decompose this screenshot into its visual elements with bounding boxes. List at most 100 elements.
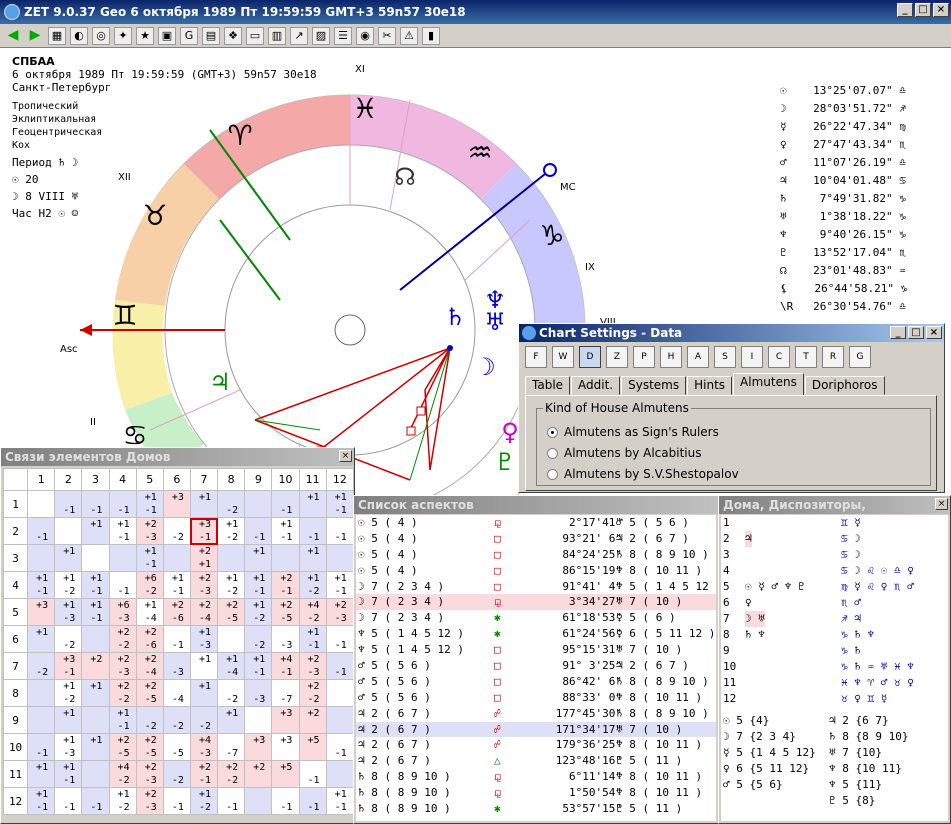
link-cell[interactable]: -3: [162, 652, 191, 680]
link-cell[interactable]: -2: [189, 706, 219, 734]
aspect-row[interactable]: ♂ 5 ( 5 6 ) □ 91° 3'25" ♃ 2 ( 6 7 ): [356, 658, 716, 674]
link-cell[interactable]: -2: [162, 760, 191, 788]
tab-almutens[interactable]: Almutens: [733, 373, 804, 395]
almutens-option[interactable]: Almutens as Sign's Rulers: [547, 425, 719, 439]
radio-button[interactable]: [547, 468, 558, 480]
link-cell[interactable]: +2: [244, 760, 273, 788]
link-cell[interactable]: -2: [244, 625, 273, 653]
link-cell[interactable]: +2 -3: [325, 598, 355, 626]
list-icon[interactable]: ☰: [334, 26, 352, 45]
link-cell[interactable]: +5: [271, 760, 300, 788]
link-cell[interactable]: -1: [162, 787, 191, 815]
aspect-row[interactable]: ☽ 7 ( 2 3 4 ) □ 91°41' 4" ♆ 5 ( 1 4 5 12 ): [356, 579, 716, 595]
link-cell[interactable]: +2: [298, 706, 327, 734]
aspect-row[interactable]: ☉ 5 ( 4 ) ⚼ 2°17'41" ♂ 5 ( 5 6 ): [356, 515, 716, 531]
link-cell[interactable]: +2: [81, 652, 110, 680]
link-cell[interactable]: -2: [217, 490, 246, 518]
settings-minimize-button[interactable]: _: [890, 326, 906, 339]
graph-icon[interactable]: ↗: [290, 26, 308, 45]
link-cell[interactable]: +3 -1: [54, 652, 83, 680]
link-cell[interactable]: -1: [298, 760, 327, 788]
link-cell[interactable]: +1 -2: [217, 571, 246, 599]
link-cell[interactable]: +3: [271, 733, 300, 761]
link-cell[interactable]: +1 -1: [27, 571, 56, 599]
link-cell[interactable]: -1: [325, 733, 355, 761]
link-cell[interactable]: -1: [325, 625, 355, 653]
link-cell[interactable]: [325, 544, 355, 572]
back-arrow-icon[interactable]: ◀: [4, 27, 22, 45]
link-cell[interactable]: +1: [27, 760, 56, 788]
almutens-option[interactable]: Almutens by Alcabitius: [547, 446, 701, 460]
link-cell[interactable]: +2 -5: [217, 598, 246, 626]
link-cell[interactable]: -1: [271, 490, 300, 518]
link-cell[interactable]: +4 -2: [298, 598, 327, 626]
link-cell[interactable]: +1 -3: [54, 598, 83, 626]
settings-h-icon[interactable]: H: [660, 346, 682, 368]
link-cell[interactable]: -2: [217, 679, 246, 707]
settings-d-icon[interactable]: D: [579, 346, 601, 368]
link-cell[interactable]: +6 -3: [108, 598, 137, 626]
link-cell[interactable]: [81, 760, 110, 788]
tab-systems[interactable]: Systems: [621, 376, 687, 395]
almutens-option[interactable]: Almutens by S.V.Shestopalov: [547, 467, 739, 481]
link-cell[interactable]: [81, 706, 110, 734]
link-cell[interactable]: -1: [325, 517, 355, 545]
link-cell[interactable]: +1: [54, 544, 83, 572]
link-cell[interactable]: +1: [298, 490, 327, 518]
aspect-row[interactable]: ♃ 2 ( 6 7 ) ☍ 171°34'17" ♅ 7 ( 10 ): [356, 721, 716, 738]
link-cell[interactable]: +2 -5: [135, 679, 164, 707]
link-cell[interactable]: +1 -4: [217, 652, 246, 680]
settings-close-button[interactable]: ×: [926, 326, 942, 339]
settings-z-icon[interactable]: Z: [606, 346, 628, 368]
rings-icon[interactable]: ◉: [356, 26, 374, 45]
link-cell[interactable]: +1 -1: [81, 571, 110, 599]
link-cell[interactable]: -3: [271, 625, 300, 653]
link-cell[interactable]: +1 -1: [325, 787, 355, 815]
settings-i-icon[interactable]: I: [741, 346, 763, 368]
close-button[interactable]: ×: [933, 3, 949, 17]
tab-doriphoros[interactable]: Doriphoros: [804, 376, 885, 395]
link-cell[interactable]: [325, 679, 355, 707]
aspects-list[interactable]: ☉ 5 ( 4 ) ⚼ 2°17'41" ♂ 5 ( 5 6 ) ☉ 5 ( 4 ) □ 9…: [356, 515, 716, 821]
settings-maximize-button[interactable]: □: [908, 326, 924, 339]
aspect-row[interactable]: ♂ 5 ( 5 6 ) □ 86°42' 6" ♄ 8 ( 8 9 10 ): [356, 674, 716, 690]
settings-w-icon[interactable]: W: [552, 346, 574, 368]
link-cell[interactable]: [244, 490, 273, 518]
link-cell[interactable]: +1 -3: [189, 625, 219, 653]
link-cell[interactable]: -1: [325, 652, 355, 680]
link-cell[interactable]: +2 -3: [135, 760, 164, 788]
calc-icon[interactable]: ▤: [202, 26, 220, 45]
link-cell[interactable]: -1: [54, 490, 83, 518]
photo-icon[interactable]: ▨: [312, 26, 330, 45]
link-cell[interactable]: +2 -4: [135, 652, 164, 680]
link-cell[interactable]: +2 -4: [189, 598, 219, 626]
link-cell[interactable]: -2: [162, 517, 191, 545]
link-cell[interactable]: +1 -1: [108, 706, 137, 734]
link-cell[interactable]: -4: [162, 679, 191, 707]
link-cell[interactable]: +2 -3: [135, 517, 164, 545]
link-cell[interactable]: +1 -2: [54, 571, 83, 599]
link-cell[interactable]: +2 -3: [189, 571, 219, 599]
link-cell[interactable]: [27, 544, 56, 572]
link-cell[interactable]: +1 -2: [217, 517, 246, 545]
aspect-row[interactable]: ♆ 5 ( 1 4 5 12 ) ✱ 61°24'56" ♀ 6 ( 5 11 12 …: [356, 626, 716, 642]
aspect-row[interactable]: ♄ 8 ( 8 9 10 ) ✱ 53°57'15" ♇ 5 ( 11 ): [356, 801, 716, 817]
link-cell[interactable]: +1 -1: [244, 571, 273, 599]
link-cell[interactable]: +2 -5: [135, 733, 164, 761]
forward-arrow-icon[interactable]: ▶: [26, 27, 44, 45]
book-icon[interactable]: ❖: [224, 26, 242, 45]
link-cell[interactable]: +1: [27, 625, 56, 653]
bars-icon[interactable]: ▮: [422, 26, 440, 45]
link-cell[interactable]: +1: [189, 652, 219, 680]
link-cell[interactable]: [81, 625, 110, 653]
aspect-row[interactable]: ♄ 8 ( 8 9 10 ) ⚼ 6°11'14" ♆ 8 ( 10 11 ): [356, 769, 716, 785]
aspect-row[interactable]: ♂ 5 ( 5 6 ) □ 88°33' 0" ♆ 8 ( 10 11 ): [356, 690, 716, 706]
link-cell[interactable]: +1: [189, 679, 219, 707]
link-cell[interactable]: +3: [162, 490, 191, 518]
link-cell[interactable]: +3: [27, 598, 56, 626]
link-cell[interactable]: +2 -6: [162, 598, 191, 626]
link-cell[interactable]: -5: [162, 733, 191, 761]
link-cell[interactable]: -1: [162, 625, 191, 653]
aspect-row[interactable]: ♃ 2 ( 6 7 ) ☍ 179°36'25" ♆ 8 ( 10 11 ): [356, 737, 716, 753]
link-cell[interactable]: +1 -1: [81, 598, 110, 626]
